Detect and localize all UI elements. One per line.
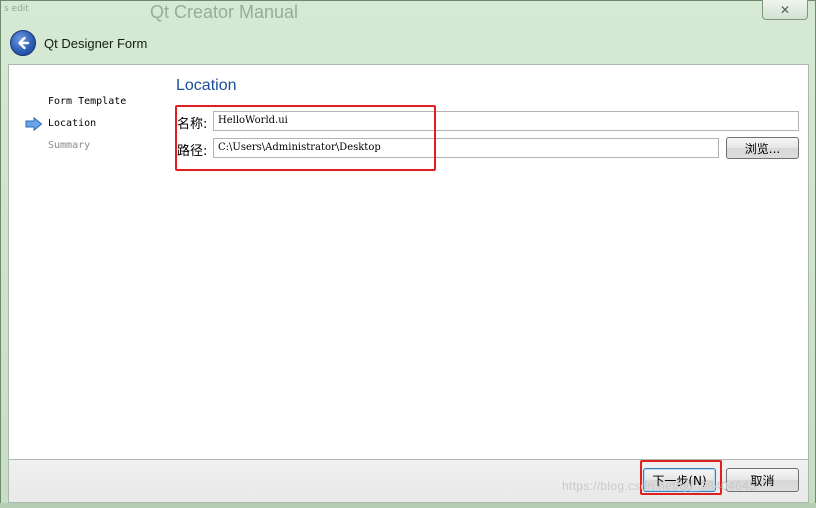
back-arrow-icon xyxy=(18,36,30,50)
annotation-box-fields xyxy=(175,105,436,171)
wizard-steps: Form Template Location Summary xyxy=(23,93,126,159)
back-button[interactable] xyxy=(10,30,36,56)
close-icon: ✕ xyxy=(779,2,791,17)
step-location: Location xyxy=(23,115,126,137)
step-label: Summary xyxy=(48,140,91,151)
step-label: Form Template xyxy=(48,96,127,107)
wizard-page: Form Template Location Summary Location … xyxy=(8,64,809,460)
wizard-header: Qt Designer Form xyxy=(8,28,798,60)
section-title: Location xyxy=(176,77,237,94)
step-summary: Summary xyxy=(23,137,126,159)
background-window-text: s edit xyxy=(4,4,29,14)
background-window-title: Qt Creator Manual xyxy=(150,2,299,22)
background-strip xyxy=(0,503,816,508)
step-form-template: Form Template xyxy=(23,93,126,115)
wizard-title: Qt Designer Form xyxy=(44,36,148,51)
close-button[interactable]: ✕ xyxy=(762,0,808,20)
watermark: https://blog.csdn.net/qq_38404645 xyxy=(562,479,757,493)
step-label: Location xyxy=(48,118,97,129)
browse-button[interactable]: 浏览... xyxy=(726,137,799,159)
current-step-arrow-icon xyxy=(25,117,43,131)
